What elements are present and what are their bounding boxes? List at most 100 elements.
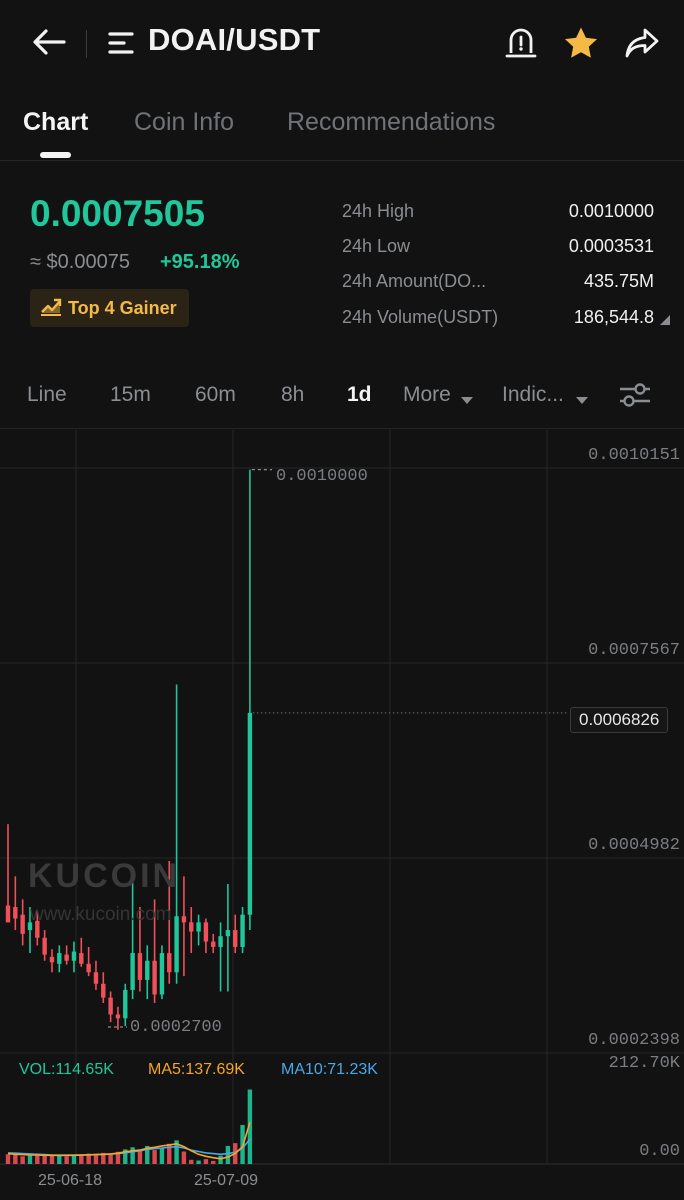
- volume-bar: [211, 1160, 216, 1164]
- candle-body: [13, 907, 18, 919]
- last-price: 0.0007505: [30, 193, 205, 234]
- chart-settings-icon[interactable]: [618, 380, 652, 415]
- interval-8h[interactable]: 8h: [281, 383, 304, 407]
- ma10-legend: MA10:71.23K: [281, 1061, 378, 1078]
- tab-coin-info[interactable]: Coin Info: [134, 108, 234, 137]
- volume-bar: [5, 1154, 11, 1164]
- top-gainer-badge[interactable]: Top 4 Gainer: [30, 289, 189, 327]
- interval-1d[interactable]: 1d: [347, 383, 372, 407]
- volume-bar: [181, 1151, 187, 1164]
- indicators-dropdown-icon: [576, 392, 588, 410]
- main-tabs: Chart Coin Info Recommendations: [0, 96, 684, 161]
- interval-more[interactable]: More: [403, 383, 451, 407]
- volume-bar: [152, 1150, 157, 1164]
- candle-body: [233, 930, 238, 947]
- interval-60m[interactable]: 60m: [195, 383, 236, 407]
- candle-body: [247, 712, 253, 915]
- candle-body: [211, 941, 216, 947]
- max-price-annotation: 0.0010000: [276, 467, 368, 486]
- candle-body: [167, 953, 172, 973]
- current-price-tag: 0.0006826: [570, 707, 669, 733]
- stat-value-24h-volume: 186,544.8: [573, 307, 654, 327]
- stat-value-24h-amount: 435.75M: [583, 271, 654, 291]
- volume-bar: [79, 1154, 84, 1164]
- candle-body: [123, 989, 128, 1019]
- candle-body: [196, 922, 201, 932]
- menu-list-icon[interactable]: [104, 26, 138, 60]
- tab-chart[interactable]: Chart: [23, 108, 88, 137]
- candle-body: [93, 972, 99, 984]
- candle-body: [159, 953, 165, 995]
- stat-label-24h-high: 24h High: [342, 201, 415, 221]
- usd-equivalent: ≈ $0.00075: [30, 251, 130, 273]
- candle-body: [130, 953, 135, 990]
- back-arrow-icon[interactable]: [26, 22, 72, 62]
- stat-label-24h-volume: 24h Volume(USDT): [342, 307, 499, 327]
- tab-recommendations[interactable]: Recommendations: [287, 108, 495, 137]
- indicators-dropdown[interactable]: Indic...: [502, 383, 564, 407]
- volume-bar: [57, 1154, 62, 1164]
- kline-chart[interactable]: [0, 430, 684, 1200]
- y-axis-label: 0.0007567: [588, 641, 680, 660]
- interval-line[interactable]: Line: [27, 383, 67, 407]
- stat-label-24h-amount: 24h Amount(DO...: [342, 271, 487, 291]
- volume-bar: [189, 1159, 194, 1164]
- ma10-line: [7, 1138, 251, 1156]
- trend-up-icon: [40, 296, 62, 321]
- y-axis-label: 0.0002398: [588, 1031, 680, 1050]
- candle-body: [49, 956, 55, 963]
- volume-bar: [108, 1153, 113, 1164]
- volume-bar: [196, 1160, 201, 1164]
- volume-max-label: 212.70K: [608, 1054, 680, 1073]
- stat-value-24h-low: 0.0003531: [568, 236, 654, 256]
- favorite-star-icon[interactable]: [561, 23, 601, 63]
- interval-15m[interactable]: 15m: [110, 383, 151, 407]
- kucoin-url-watermark: www.kucoin.com: [30, 904, 172, 925]
- price-alert-icon[interactable]: [503, 24, 539, 62]
- pair-title[interactable]: DOAI/USDT: [148, 22, 320, 58]
- x-axis-date-label: 25-07-09: [194, 1172, 259, 1189]
- volume-bar: [64, 1156, 69, 1164]
- volume-toggle-icon[interactable]: [660, 312, 670, 330]
- volume-bar: [13, 1154, 18, 1164]
- interval-bar: Line 15m 60m 8h 1d More Indic...: [0, 366, 684, 429]
- volume-bar: [130, 1147, 135, 1164]
- candle-body: [79, 953, 84, 964]
- ma5-legend: MA5:137.69K: [148, 1061, 245, 1078]
- candle-body: [137, 953, 143, 980]
- candle-body: [115, 1014, 121, 1019]
- volume-bar: [20, 1156, 25, 1164]
- share-icon[interactable]: [622, 24, 662, 62]
- volume-bar: [225, 1145, 231, 1164]
- volume-bar: [27, 1155, 33, 1164]
- volume-bar: [137, 1150, 143, 1164]
- header-divider: [86, 30, 87, 58]
- top-gainer-label: Top 4 Gainer: [68, 297, 177, 318]
- candle-body: [108, 997, 113, 1015]
- candle-body: [240, 914, 245, 947]
- stat-label-24h-low: 24h Low: [342, 236, 411, 256]
- y-axis-label: 0.0004982: [588, 836, 680, 855]
- candle-body: [86, 963, 91, 973]
- candle-body: [189, 922, 194, 932]
- candle-body: [152, 960, 157, 995]
- candle-body: [5, 905, 11, 923]
- candle-body: [20, 914, 25, 934]
- top-bar: DOAI/USDT: [0, 0, 684, 88]
- candlestick-chart: [0, 430, 684, 1165]
- active-tab-indicator: [40, 152, 71, 158]
- vol-legend: VOL:114.65K: [19, 1061, 114, 1078]
- candle-body: [181, 916, 187, 923]
- kucoin-watermark: KUCOIN: [28, 857, 181, 895]
- volume-bar: [49, 1155, 55, 1164]
- volume-bar: [159, 1148, 165, 1164]
- candle-body: [57, 953, 62, 964]
- price-change-percent: +95.18%: [160, 251, 240, 273]
- min-price-annotation: 0.0002700: [130, 1018, 222, 1037]
- more-dropdown-icon: [461, 392, 473, 410]
- candle-body: [71, 951, 77, 961]
- stat-value-24h-high: 0.0010000: [568, 201, 654, 221]
- candle-body: [203, 922, 209, 942]
- candle-body: [64, 954, 69, 961]
- candle-body: [42, 937, 47, 955]
